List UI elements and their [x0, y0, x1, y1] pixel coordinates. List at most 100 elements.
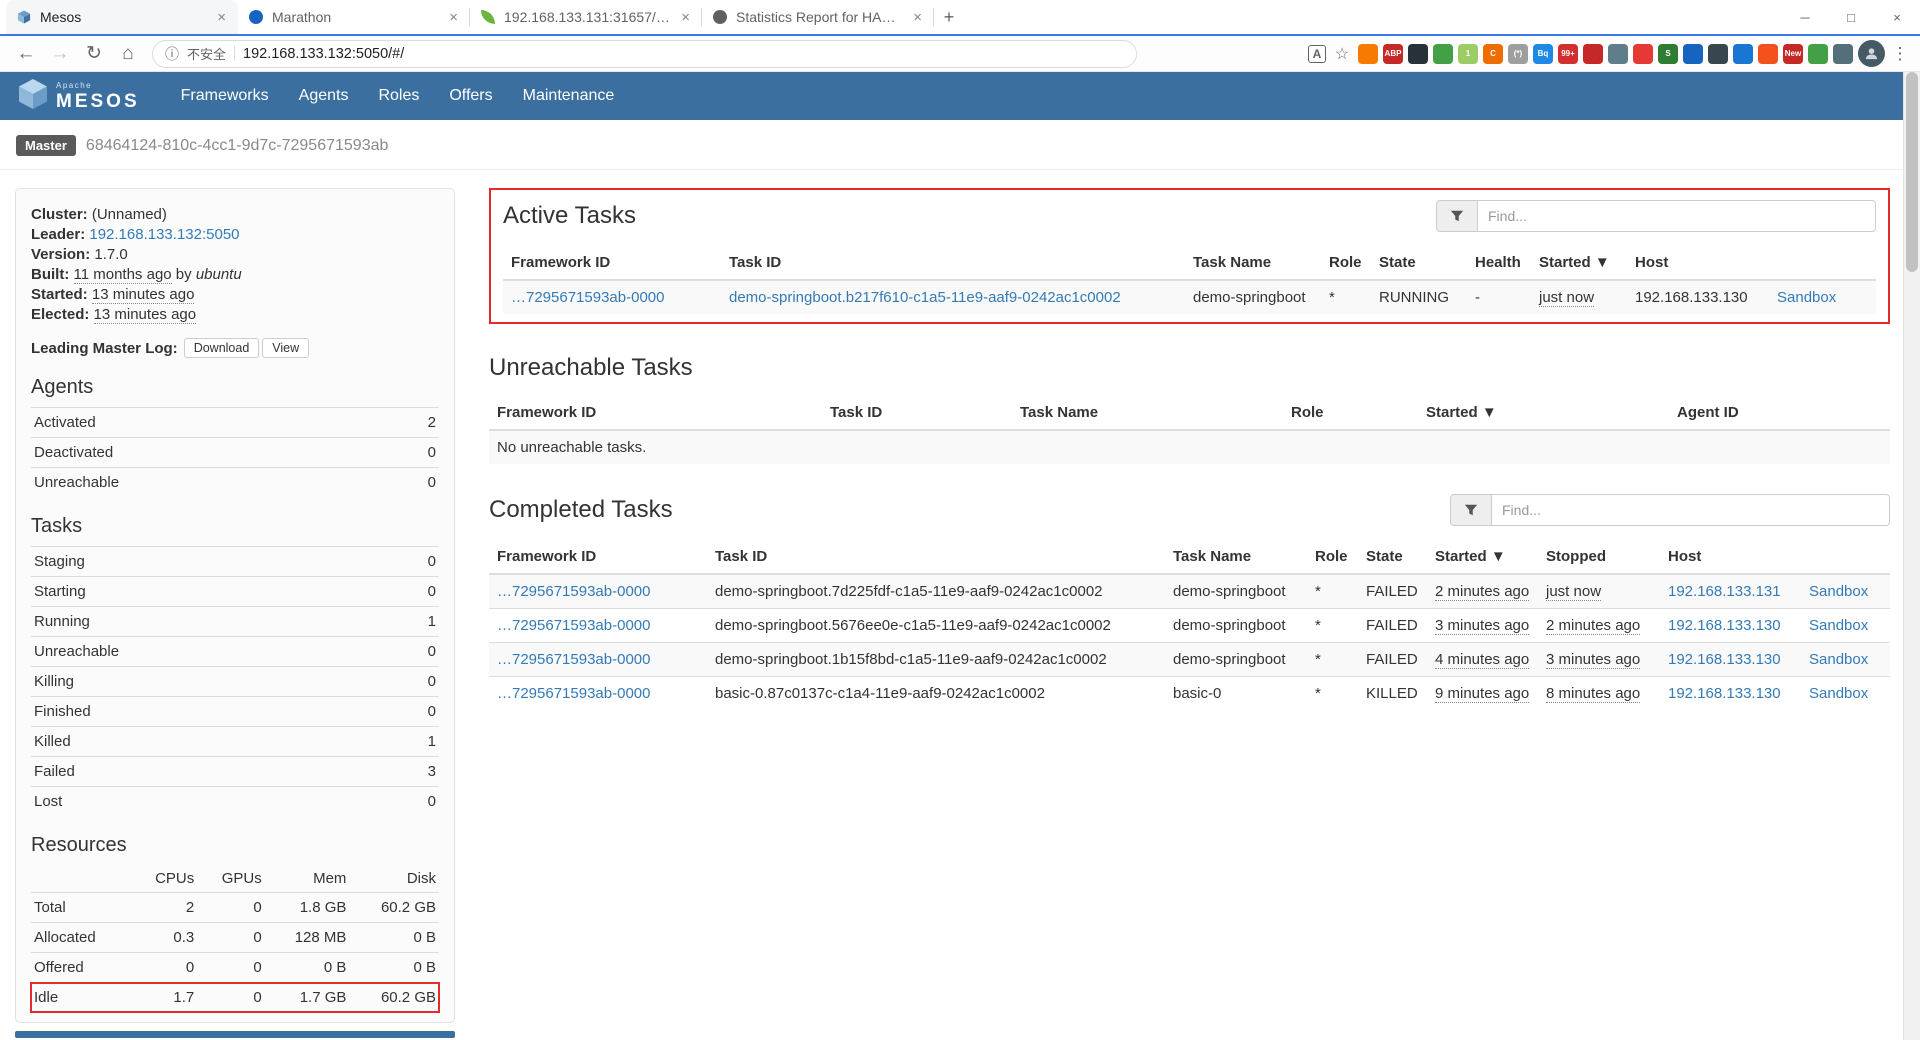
extension-icon[interactable]	[1733, 44, 1753, 64]
col-framework-id[interactable]: Framework ID	[489, 540, 707, 574]
framework-id-link[interactable]: …7295671593ab-0000	[497, 685, 650, 702]
page-info-icon[interactable]: ⓘ	[165, 44, 179, 64]
framework-id-link[interactable]: …7295671593ab-0000	[511, 289, 664, 306]
col-state[interactable]: State	[1358, 540, 1427, 574]
maximize-button[interactable]: □	[1828, 0, 1874, 34]
extension-icon[interactable]: 99+	[1558, 44, 1578, 64]
tab-close-icon[interactable]: ×	[679, 9, 692, 26]
col-task-id[interactable]: Task ID	[822, 396, 1012, 430]
extension-icon[interactable]	[1758, 44, 1778, 64]
col-started-sorted[interactable]: Started ▼	[1418, 396, 1669, 430]
col-host[interactable]: Host	[1627, 246, 1769, 280]
extension-icon[interactable]	[1408, 44, 1428, 64]
extension-icon[interactable]	[1608, 44, 1628, 64]
col-started-sorted[interactable]: Started ▼	[1427, 540, 1538, 574]
tab-close-icon[interactable]: ×	[215, 9, 228, 26]
back-button[interactable]: ←	[10, 38, 42, 70]
col-host[interactable]: Host	[1660, 540, 1801, 574]
built-info: Built: 11 months ago by ubuntu	[31, 265, 439, 285]
nav-item-frameworks[interactable]: Frameworks	[166, 87, 284, 105]
cluster-value: (Unnamed)	[92, 206, 167, 223]
translate-icon[interactable]: A	[1308, 45, 1326, 63]
url-text[interactable]: 192.168.133.132:5050/#/	[243, 46, 404, 62]
log-download-button[interactable]: Download	[184, 338, 260, 358]
host-link[interactable]: 192.168.133.130	[1668, 617, 1781, 634]
host-link[interactable]: 192.168.133.130	[1668, 651, 1781, 668]
log-view-button[interactable]: View	[262, 338, 309, 358]
col-task-id[interactable]: Task ID	[721, 246, 1185, 280]
extension-icon[interactable]: (*)	[1508, 44, 1528, 64]
leader-link[interactable]: 192.168.133.132:5050	[89, 226, 239, 243]
filter-button[interactable]	[1436, 200, 1478, 232]
tab-mesos[interactable]: Mesos ×	[6, 0, 238, 34]
col-role[interactable]: Role	[1307, 540, 1358, 574]
tab-haproxy-stats[interactable]: Statistics Report for HAProxy ×	[702, 0, 934, 34]
host-link[interactable]: 192.168.133.131	[1668, 583, 1781, 600]
tab-close-icon[interactable]: ×	[911, 9, 924, 26]
completed-tasks-find-input[interactable]	[1492, 494, 1890, 526]
table-row: …7295671593ab-0000 basic-0.87c0137c-c1a4…	[489, 677, 1890, 711]
sandbox-link[interactable]: Sandbox	[1809, 617, 1868, 634]
sandbox-link[interactable]: Sandbox	[1809, 583, 1868, 600]
col-state[interactable]: State	[1371, 246, 1467, 280]
framework-id-link[interactable]: …7295671593ab-0000	[497, 651, 650, 668]
col-framework-id[interactable]: Framework ID	[503, 246, 721, 280]
col-role[interactable]: Role	[1321, 246, 1371, 280]
page-scrollbar[interactable]	[1903, 72, 1920, 1040]
col-task-name[interactable]: Task Name	[1012, 396, 1283, 430]
extension-icon[interactable]: Bq	[1533, 44, 1553, 64]
col-framework-id[interactable]: Framework ID	[489, 396, 822, 430]
extension-icon[interactable]: New	[1783, 44, 1803, 64]
tab-close-icon[interactable]: ×	[447, 9, 460, 26]
extension-icon[interactable]	[1633, 44, 1653, 64]
host-link[interactable]: 192.168.133.130	[1668, 685, 1781, 702]
col-task-name[interactable]: Task Name	[1185, 246, 1321, 280]
col-stopped[interactable]: Stopped	[1538, 540, 1660, 574]
mesos-brand[interactable]: Apache MESOS	[18, 78, 140, 115]
forward-button[interactable]: →	[44, 38, 76, 70]
task-id-link[interactable]: demo-springboot.b217f610-c1a5-11e9-aaf9-…	[729, 289, 1121, 306]
close-window-button[interactable]: ×	[1874, 0, 1920, 34]
extension-icon[interactable]: ABP	[1383, 44, 1403, 64]
nav-item-agents[interactable]: Agents	[284, 87, 364, 105]
extension-icon[interactable]	[1808, 44, 1828, 64]
extension-icon[interactable]: C	[1483, 44, 1503, 64]
scrollbar-thumb[interactable]	[1906, 72, 1918, 272]
extension-icon[interactable]	[1433, 44, 1453, 64]
extension-icon[interactable]	[1683, 44, 1703, 64]
framework-id-link[interactable]: …7295671593ab-0000	[497, 583, 650, 600]
security-label: 不安全	[187, 44, 226, 63]
col-task-name[interactable]: Task Name	[1165, 540, 1307, 574]
col-task-id[interactable]: Task ID	[707, 540, 1165, 574]
new-tab-button[interactable]: +	[934, 0, 964, 34]
profile-avatar[interactable]	[1858, 40, 1885, 67]
col-agent-id[interactable]: Agent ID	[1669, 396, 1890, 430]
filter-button[interactable]	[1450, 494, 1492, 526]
active-tasks-find-input[interactable]	[1478, 200, 1876, 232]
browser-menu-icon[interactable]: ⋮	[1890, 44, 1910, 64]
col-started-sorted[interactable]: Started ▼	[1531, 246, 1627, 280]
nav-item-roles[interactable]: Roles	[363, 87, 434, 105]
extension-icon[interactable]	[1358, 44, 1378, 64]
sandbox-link[interactable]: Sandbox	[1809, 651, 1868, 668]
sandbox-link[interactable]: Sandbox	[1777, 289, 1836, 306]
extension-icon[interactable]: S	[1658, 44, 1678, 64]
extension-icon[interactable]	[1833, 44, 1853, 64]
tab-marathon[interactable]: Marathon ×	[238, 0, 470, 34]
refresh-button[interactable]: ↻	[78, 38, 110, 70]
extension-icon[interactable]	[1708, 44, 1728, 64]
extension-icon[interactable]: 1	[1458, 44, 1478, 64]
resources-table: CPUs GPUs Mem Disk Total201.8 GB60.2 GB …	[31, 865, 439, 1012]
col-role[interactable]: Role	[1283, 396, 1418, 430]
nav-item-offers[interactable]: Offers	[434, 87, 507, 105]
minimize-button[interactable]: ─	[1782, 0, 1828, 34]
address-bar[interactable]: ⓘ 不安全 192.168.133.132:5050/#/	[152, 40, 1137, 68]
bookmark-star-icon[interactable]: ☆	[1331, 43, 1353, 65]
home-button[interactable]: ⌂	[112, 38, 144, 70]
sandbox-link[interactable]: Sandbox	[1809, 685, 1868, 702]
framework-id-link[interactable]: …7295671593ab-0000	[497, 617, 650, 634]
extension-icon[interactable]	[1583, 44, 1603, 64]
col-health[interactable]: Health	[1467, 246, 1531, 280]
nav-item-maintenance[interactable]: Maintenance	[508, 87, 630, 105]
tab-hello-service[interactable]: 192.168.133.131:31657/hello ×	[470, 0, 702, 34]
